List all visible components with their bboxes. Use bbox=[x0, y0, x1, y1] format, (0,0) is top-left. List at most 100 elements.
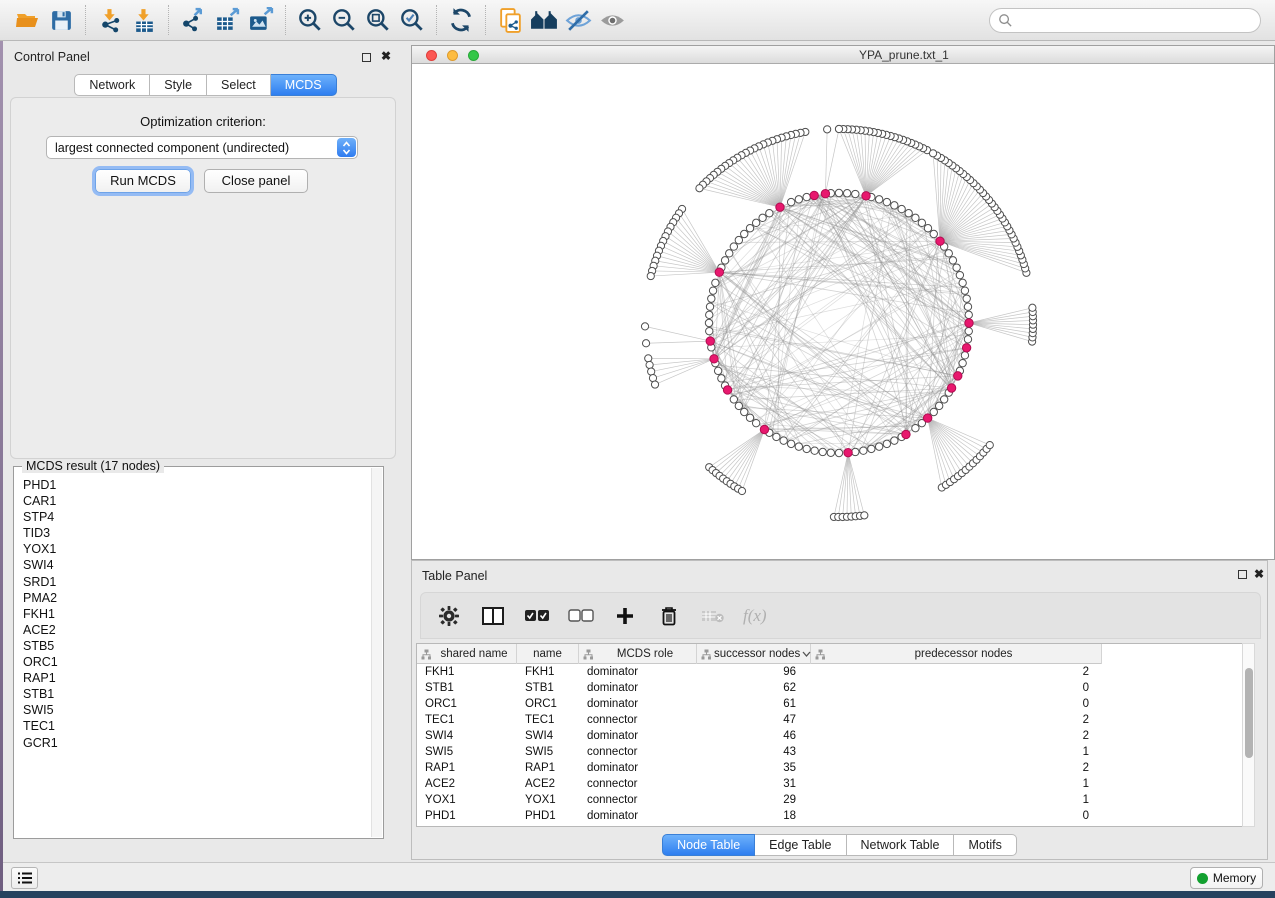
criterion-dropdown[interactable]: largest connected component (undirected) bbox=[46, 136, 358, 159]
export-image-icon[interactable] bbox=[244, 4, 278, 36]
table-row[interactable]: ORC1ORC1dominator610 bbox=[417, 696, 1244, 712]
show-all-icon[interactable] bbox=[595, 4, 629, 36]
table-scrollbar[interactable] bbox=[1242, 643, 1255, 827]
column-header-MCDS-role[interactable]: MCDS role bbox=[579, 644, 697, 664]
column-header-shared-name[interactable]: shared name bbox=[417, 644, 517, 664]
list-item[interactable]: YOX1 bbox=[23, 541, 371, 557]
toolbar-separator bbox=[436, 5, 437, 35]
import-network-icon[interactable] bbox=[93, 4, 127, 36]
task-history-button[interactable] bbox=[11, 867, 38, 889]
table-scrollbar-thumb[interactable] bbox=[1245, 668, 1253, 758]
select-all-columns-icon[interactable] bbox=[523, 602, 551, 630]
table-row[interactable]: SWI5SWI5connector431 bbox=[417, 744, 1244, 760]
toolbar-separator bbox=[85, 5, 86, 35]
network-titlebar[interactable]: YPA_prune.txt_1 bbox=[412, 46, 1274, 64]
tab-edge-table[interactable]: Edge Table bbox=[755, 834, 846, 856]
table-cell: 61 bbox=[697, 696, 811, 712]
zoom-out-icon[interactable] bbox=[327, 4, 361, 36]
export-network-icon[interactable] bbox=[176, 4, 210, 36]
table-row[interactable]: STB1STB1dominator620 bbox=[417, 680, 1244, 696]
table-settings-gear-icon[interactable] bbox=[435, 602, 463, 630]
open-file-icon[interactable] bbox=[10, 4, 44, 36]
list-item[interactable]: SRD1 bbox=[23, 574, 371, 590]
mcds-result-list[interactable]: PHD1CAR1STP4TID3YOX1SWI4SRD1PMA2FKH1ACE2… bbox=[15, 468, 371, 837]
table-cell: PHD1 bbox=[517, 808, 579, 824]
list-item[interactable]: PMA2 bbox=[23, 590, 371, 606]
list-item[interactable]: GCR1 bbox=[23, 735, 371, 751]
table-row[interactable]: RAP1RAP1dominator352 bbox=[417, 760, 1244, 776]
tab-node-table[interactable]: Node Table bbox=[662, 834, 755, 856]
float-table-panel-icon[interactable] bbox=[1238, 570, 1247, 579]
tab-network[interactable]: Network bbox=[74, 74, 150, 96]
zoom-selected-icon[interactable] bbox=[395, 4, 429, 36]
save-session-icon[interactable] bbox=[44, 4, 78, 36]
close-panel-button[interactable]: Close panel bbox=[204, 169, 308, 193]
list-item[interactable]: STB5 bbox=[23, 638, 371, 654]
table-row[interactable]: PHD1PHD1dominator180 bbox=[417, 808, 1244, 824]
show-column-panel-icon[interactable] bbox=[479, 602, 507, 630]
column-header-name[interactable]: name bbox=[517, 644, 579, 664]
tab-motifs[interactable]: Motifs bbox=[954, 834, 1016, 856]
create-column-icon[interactable] bbox=[611, 602, 639, 630]
table-cell: dominator bbox=[579, 664, 697, 680]
table-cell: 18 bbox=[697, 808, 811, 824]
unselect-all-columns-icon[interactable] bbox=[567, 602, 595, 630]
clone-network-icon[interactable] bbox=[493, 4, 527, 36]
tab-mcds[interactable]: MCDS bbox=[271, 74, 337, 96]
list-item[interactable]: PHD1 bbox=[23, 477, 371, 493]
table-row[interactable]: FKH1FKH1dominator962 bbox=[417, 664, 1244, 680]
table-cell: PHD1 bbox=[417, 808, 517, 824]
list-item[interactable]: STB1 bbox=[23, 686, 371, 702]
import-table-icon[interactable] bbox=[127, 4, 161, 36]
table-body: FKH1FKH1dominator962STB1STB1dominator620… bbox=[417, 664, 1244, 824]
list-item[interactable]: CAR1 bbox=[23, 493, 371, 509]
tab-network-table[interactable]: Network Table bbox=[847, 834, 955, 856]
maximize-window-icon[interactable] bbox=[468, 50, 479, 61]
close-panel-icon[interactable]: ✖ bbox=[381, 49, 391, 63]
list-item[interactable]: ORC1 bbox=[23, 654, 371, 670]
search-field[interactable] bbox=[989, 8, 1261, 33]
criterion-value: largest connected component (undirected) bbox=[55, 141, 289, 155]
float-window-icon[interactable] bbox=[362, 53, 371, 62]
tab-select[interactable]: Select bbox=[207, 74, 271, 96]
node-table[interactable]: shared namenameMCDS rolesuccessor nodesp… bbox=[416, 643, 1245, 827]
delete-column-icon[interactable] bbox=[655, 602, 683, 630]
list-item[interactable]: TID3 bbox=[23, 525, 371, 541]
table-cell: 1 bbox=[811, 776, 1102, 792]
close-window-icon[interactable] bbox=[426, 50, 437, 61]
run-mcds-button[interactable]: Run MCDS bbox=[95, 169, 191, 193]
tab-style[interactable]: Style bbox=[150, 74, 207, 96]
table-cell: connector bbox=[579, 744, 697, 760]
table-row[interactable]: YOX1YOX1connector291 bbox=[417, 792, 1244, 808]
table-row[interactable]: ACE2ACE2connector311 bbox=[417, 776, 1244, 792]
refresh-icon[interactable] bbox=[444, 4, 478, 36]
column-header-successor-nodes[interactable]: successor nodes bbox=[697, 644, 811, 664]
table-header-row: shared namenameMCDS rolesuccessor nodesp… bbox=[417, 644, 1102, 664]
minimize-window-icon[interactable] bbox=[447, 50, 458, 61]
list-item[interactable]: STP4 bbox=[23, 509, 371, 525]
list-item[interactable]: ACE2 bbox=[23, 622, 371, 638]
memory-button[interactable]: Memory bbox=[1190, 867, 1263, 889]
table-row[interactable]: SWI4SWI4dominator462 bbox=[417, 728, 1244, 744]
network-title: YPA_prune.txt_1 bbox=[859, 48, 949, 62]
control-panel-tabs: NetworkStyleSelectMCDS bbox=[3, 74, 408, 96]
first-neighbors-icon[interactable] bbox=[527, 4, 561, 36]
network-canvas[interactable] bbox=[412, 64, 1274, 559]
hide-selected-icon[interactable] bbox=[561, 4, 595, 36]
close-table-panel-icon[interactable]: ✖ bbox=[1254, 567, 1264, 581]
table-row[interactable]: TEC1TEC1connector472 bbox=[417, 712, 1244, 728]
list-item[interactable]: SWI4 bbox=[23, 557, 371, 573]
export-table-icon[interactable] bbox=[210, 4, 244, 36]
search-input[interactable] bbox=[1013, 13, 1243, 27]
column-header-predecessor-nodes[interactable]: predecessor nodes bbox=[811, 644, 1102, 664]
list-item[interactable]: FKH1 bbox=[23, 606, 371, 622]
list-item[interactable]: SWI5 bbox=[23, 702, 371, 718]
list-icon bbox=[17, 871, 33, 885]
zoom-in-icon[interactable] bbox=[293, 4, 327, 36]
function-builder-icon: f(x) bbox=[743, 606, 767, 626]
control-panel: Control Panel ✖ NetworkStyleSelectMCDS O… bbox=[3, 41, 408, 862]
zoom-fit-icon[interactable] bbox=[361, 4, 395, 36]
list-item[interactable]: TEC1 bbox=[23, 718, 371, 734]
list-item[interactable]: RAP1 bbox=[23, 670, 371, 686]
mcds-list-scrollbar[interactable] bbox=[371, 468, 382, 837]
